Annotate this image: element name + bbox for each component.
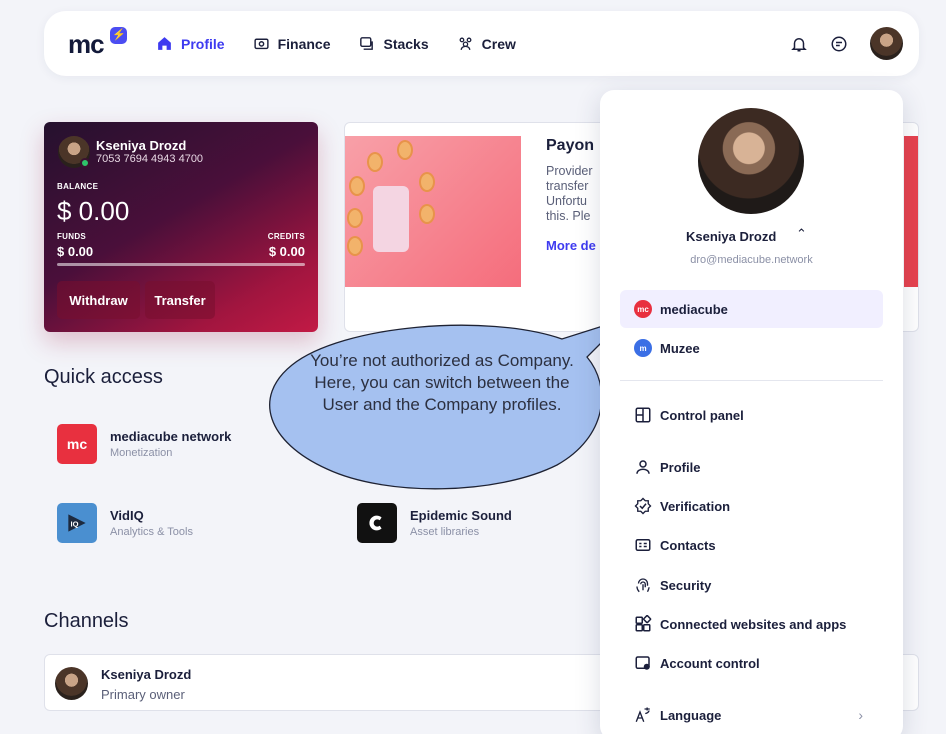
wallet-icon bbox=[253, 38, 269, 50]
coin-illustration bbox=[419, 172, 435, 192]
quick-access-mediacube[interactable]: mc mediacube network Monetization bbox=[57, 424, 231, 464]
balance-label: BALANCE bbox=[57, 182, 99, 191]
channel-role: Primary owner bbox=[101, 687, 185, 702]
menu-connected-apps[interactable]: Connected websites and apps bbox=[620, 605, 883, 643]
home-icon bbox=[158, 37, 171, 50]
transfer-button[interactable]: Transfer bbox=[145, 281, 215, 319]
withdraw-button[interactable]: Withdraw bbox=[57, 281, 140, 319]
contacts-icon bbox=[635, 539, 651, 551]
main-nav: Profile Finance Stacks Crew bbox=[156, 11, 516, 76]
menu-security[interactable]: Security bbox=[620, 566, 883, 604]
divider bbox=[620, 380, 883, 381]
menu-control-panel[interactable]: Control panel bbox=[620, 396, 883, 434]
menu-profile[interactable]: Profile bbox=[620, 448, 883, 486]
bell-icon[interactable] bbox=[790, 35, 808, 53]
nav-stacks[interactable]: Stacks bbox=[358, 35, 429, 52]
balance-value: $ 0.00 bbox=[57, 196, 130, 226]
funds-label: FUNDS bbox=[57, 232, 87, 241]
balance-card: Kseniya Drozd 7053 7694 4943 4700 BALANC… bbox=[44, 122, 318, 332]
stacks-icon bbox=[360, 37, 374, 50]
promo-description: Provider transfer Unfortu this. Ple bbox=[546, 164, 593, 223]
profile-email: dro@mediacube.network bbox=[690, 254, 813, 266]
user-avatar-button[interactable] bbox=[870, 27, 903, 60]
menu-contacts[interactable]: Contacts bbox=[620, 526, 883, 564]
profile-avatar bbox=[698, 108, 804, 214]
menu-language[interactable]: Language bbox=[620, 696, 883, 734]
fingerprint-icon bbox=[636, 578, 650, 593]
nav-crew[interactable]: Crew bbox=[457, 35, 516, 52]
mediacube-icon: mc bbox=[634, 300, 652, 318]
crew-icon bbox=[459, 37, 472, 50]
card-holder-name: Kseniya Drozd bbox=[96, 138, 187, 153]
profile-dropdown: Kseniya Drozd ⌃ dro@mediacube.network mc… bbox=[600, 90, 903, 734]
muzee-icon: m bbox=[634, 339, 652, 357]
chevron-right-icon: › bbox=[858, 707, 863, 723]
logo-badge-icon: ⚡ bbox=[110, 27, 127, 44]
top-navbar: mc ⚡ Profile Finance Stacks Crew bbox=[44, 11, 919, 76]
coin-illustration bbox=[419, 204, 435, 224]
coin-illustration bbox=[397, 140, 413, 160]
quick-access-epidemic-sound[interactable]: Epidemic Sound Asset libraries bbox=[357, 503, 512, 543]
mediacube-network-icon: mc bbox=[57, 424, 97, 464]
chat-icon[interactable] bbox=[830, 35, 848, 53]
quick-access-vidiq[interactable]: IQ VidIQ Analytics & Tools bbox=[57, 503, 193, 543]
vidiq-icon: IQ bbox=[57, 503, 97, 543]
chevron-up-icon[interactable]: ⌃ bbox=[796, 226, 807, 242]
phone-illustration bbox=[373, 186, 409, 252]
balance-progress-bar bbox=[57, 263, 305, 266]
panel-icon bbox=[635, 407, 651, 423]
card-number: 7053 7694 4943 4700 bbox=[96, 153, 204, 165]
tooltip-text: You’re not authorized as Company. Here, … bbox=[310, 351, 574, 414]
nav-profile[interactable]: Profile bbox=[156, 35, 225, 52]
promo-illustration bbox=[345, 136, 521, 287]
menu-verification[interactable]: Verification bbox=[620, 487, 883, 525]
coin-illustration bbox=[367, 152, 383, 172]
promo-side-image bbox=[904, 136, 918, 287]
channels-title: Channels bbox=[44, 610, 129, 632]
online-status-icon bbox=[80, 158, 90, 168]
verified-icon bbox=[634, 497, 652, 515]
header-actions bbox=[790, 27, 903, 60]
coin-illustration bbox=[349, 176, 365, 196]
coin-illustration bbox=[347, 208, 363, 228]
promo-more-link[interactable]: More de bbox=[546, 238, 596, 253]
nav-finance[interactable]: Finance bbox=[253, 35, 330, 52]
account-control-icon bbox=[635, 656, 650, 670]
credits-label: CREDITS bbox=[267, 232, 305, 241]
svg-text:IQ: IQ bbox=[71, 519, 79, 528]
epidemic-sound-icon bbox=[357, 503, 397, 543]
user-icon bbox=[636, 460, 650, 474]
mediacube-logo[interactable]: mc ⚡ bbox=[68, 27, 127, 60]
apps-icon bbox=[635, 615, 652, 632]
funds-value: $ 0.00 bbox=[57, 244, 94, 259]
language-icon bbox=[635, 707, 650, 722]
avatar bbox=[55, 667, 88, 700]
org-muzee[interactable]: m Muzee bbox=[620, 329, 883, 367]
org-mediacube[interactable]: mc mediacube bbox=[620, 290, 883, 328]
channel-name: Kseniya Drozd bbox=[101, 667, 192, 682]
quick-access-title: Quick access bbox=[44, 366, 163, 388]
menu-account-control[interactable]: Account control bbox=[620, 644, 883, 682]
coin-illustration bbox=[347, 236, 363, 256]
credits-value: $ 0.00 bbox=[268, 244, 305, 259]
profile-name[interactable]: Kseniya Drozd bbox=[686, 229, 776, 244]
promo-title: Payon bbox=[546, 137, 595, 154]
